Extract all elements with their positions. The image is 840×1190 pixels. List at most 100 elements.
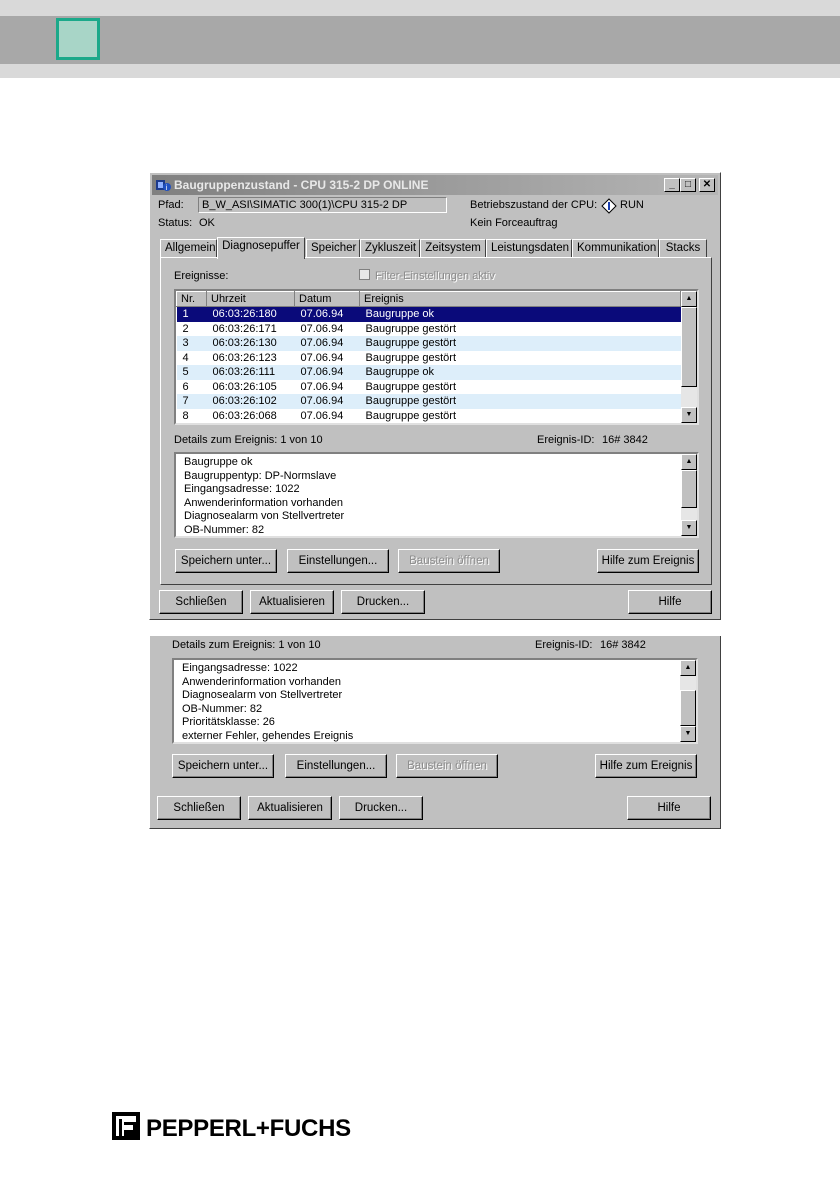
table-row[interactable]: 3 06:03:26:130 07.06.94 Baugruppe gestört [176,336,681,351]
cell-nr: 8 [182,409,189,422]
scroll-down-arrow-icon[interactable]: ▼ [680,726,696,742]
details-line: Anwenderinformation vorhanden [184,496,343,509]
details-scrollbar[interactable]: ▲ ▼ [680,660,696,742]
help-button[interactable]: Hilfe [627,796,711,820]
tab-zeitsystem[interactable]: Zeitsystem [420,239,486,257]
scroll-down-arrow-icon[interactable]: ▼ [681,520,697,536]
cell-time: 06:03:26:130 [206,336,295,351]
print-button[interactable]: Drucken... [341,590,425,614]
window-title: Baugruppenzustand - CPU 315-2 DP ONLINE [174,178,429,192]
event-id-value: 16# 3842 [600,639,646,651]
tab-label: Allgemein [165,242,216,254]
help-event-button[interactable]: Hilfe zum Ereignis [595,754,697,778]
details-label: Details zum Ereignis: 1 von 10 [172,639,321,651]
table-row[interactable]: 4 06:03:26:123 07.06.94 Baugruppe gestört [177,351,681,366]
cpu-state-value: RUN [620,199,644,211]
tab-stacks[interactable]: Stacks [659,239,707,257]
help-button[interactable]: Hilfe [628,590,712,614]
save-as-button[interactable]: Speichern unter... [172,754,274,778]
tab-kommunikation[interactable]: Kommunikation [572,239,659,257]
scroll-thumb[interactable] [681,307,697,387]
filter-checkbox[interactable] [359,269,370,280]
scroll-thumb[interactable] [680,690,696,726]
refresh-button[interactable]: Aktualisieren [250,590,334,614]
cell-time: 06:03:26:111 [206,365,295,380]
cell-nr: 2 [182,322,189,335]
settings-button[interactable]: Einstellungen... [287,549,389,573]
scroll-up-arrow-icon[interactable]: ▲ [680,660,696,676]
svg-text:i: i [166,184,168,192]
scroll-up-arrow-icon[interactable]: ▲ [681,454,697,470]
tab-allgemein[interactable]: Allgemein [160,239,217,257]
tab-speicher[interactable]: Speicher [306,239,360,257]
tab-label: Diagnosepuffer [222,240,300,252]
save-as-button[interactable]: Speichern unter... [175,549,277,573]
print-button[interactable]: Drucken... [339,796,423,820]
details-line: OB-Nummer: 82 [182,702,263,715]
cell-nr: 3 [176,336,207,351]
details-line: OB-Nummer: 82 [184,523,265,536]
minimize-button[interactable]: _ [664,178,680,192]
cell-time: 06:03:26:068 [212,409,277,422]
tab-leistungsdaten[interactable]: Leistungsdaten [486,239,572,257]
column-header-date[interactable]: Datum [294,291,360,307]
details-scrollbar[interactable]: ▲ ▼ [681,454,697,536]
table-row[interactable]: 6 06:03:26:105 07.06.94 Baugruppe gestört [177,380,681,395]
tab-label: Speicher [311,242,357,254]
table-row[interactable]: 1 06:03:26:180 07.06.94 Baugruppe ok [176,306,681,322]
tab-zykluszeit[interactable]: Zykluszeit [360,239,420,257]
tab-label: Zykluszeit [365,242,417,254]
cell-date: 07.06.94 [300,380,344,393]
cell-time: 06:03:26:180 [206,306,295,322]
table-row[interactable]: 2 06:03:26:171 07.06.94 Baugruppe gestört [177,322,681,337]
details-line: Anwenderinformation vorhanden [182,675,341,688]
app-icon: i [156,180,171,192]
force-status: Kein Forceauftrag [470,217,558,229]
details-line: Baugruppentyp: DP-Normslave [184,469,337,482]
run-state-icon [601,198,617,214]
details-line: externer Fehler, gehendes Ereignis [182,729,354,742]
close-window-button[interactable]: ✕ [699,178,715,192]
column-header-event[interactable]: Ereignis [359,291,681,307]
tab-label: Zeitsystem [425,242,481,254]
cell-event: Baugruppe gestört [365,409,457,422]
module-state-dialog: i Baugruppenzustand - CPU 315-2 DP ONLIN… [149,172,721,620]
settings-button[interactable]: Einstellungen... [285,754,387,778]
help-event-button[interactable]: Hilfe zum Ereignis [597,549,699,573]
header-band-bottom [0,64,840,78]
cell-date: 07.06.94 [294,365,360,380]
table-row[interactable]: 7 06:03:26:102 07.06.94 Baugruppe gestört [176,394,681,409]
pepperl-fuchs-logo-icon [112,1112,140,1140]
details-label: Details zum Ereignis: 1 von 10 [174,434,323,446]
scroll-thumb[interactable] [681,470,697,508]
column-header-nr[interactable]: Nr. [176,291,207,307]
cell-event: Baugruppe gestört [365,322,457,335]
table-row[interactable]: 5 06:03:26:111 07.06.94 Baugruppe ok [176,365,681,380]
column-header-time[interactable]: Uhrzeit [206,291,295,307]
cell-date: 07.06.94 [294,336,360,351]
event-id-label: Ereignis-ID: [535,639,593,651]
open-block-button[interactable]: Baustein öffnen [396,754,498,778]
cell-time: 06:03:26:171 [212,322,277,335]
close-button[interactable]: Schließen [157,796,241,820]
cell-event: Baugruppe gestört [359,336,681,351]
cell-time: 06:03:26:123 [212,351,277,364]
event-details-box[interactable]: Eingangsadresse: 1022 Anwenderinformatio… [172,658,698,744]
cell-date: 07.06.94 [294,306,360,322]
event-details-box[interactable]: Baugruppe ok Baugruppentyp: DP-Normslave… [174,452,699,538]
refresh-button[interactable]: Aktualisieren [248,796,332,820]
details-line: Eingangsadresse: 1022 [182,662,298,674]
event-id-value: 16# 3842 [602,434,648,446]
maximize-button[interactable]: □ [680,178,696,192]
details-line: Eingangsadresse: 1022 [184,483,300,496]
cell-event: Baugruppe gestört [365,351,457,364]
title-bar[interactable]: i Baugruppenzustand - CPU 315-2 DP ONLIN… [152,175,718,195]
events-scrollbar[interactable]: ▲ ▼ [681,291,697,423]
scroll-up-arrow-icon[interactable]: ▲ [681,291,697,307]
table-row[interactable]: 8 06:03:26:068 07.06.94 Baugruppe gestört [177,409,681,424]
cell-event: Baugruppe gestört [359,394,681,409]
close-button[interactable]: Schließen [159,590,243,614]
open-block-button[interactable]: Baustein öffnen [398,549,500,573]
scroll-down-arrow-icon[interactable]: ▼ [681,407,697,423]
tab-diagnosepuffer[interactable]: Diagnosepuffer [217,237,305,259]
